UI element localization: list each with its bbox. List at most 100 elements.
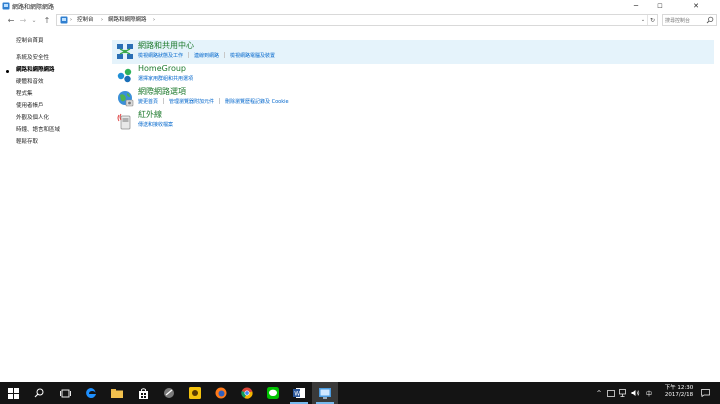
link-separator [163, 98, 165, 104]
store-icon [138, 387, 148, 399]
homegroup-icon [117, 68, 132, 83]
category-title[interactable]: 網路和共用中心 [138, 41, 194, 51]
current-item-bullet [6, 70, 9, 73]
sidebar-item-hardware-sound[interactable]: 硬體和音效 [16, 79, 44, 86]
breadcrumb-separator[interactable]: › [70, 16, 72, 25]
sidebar: 控制台首頁 系統及安全性 網路和網際網路 硬體和音效 程式集 使用者帳戶 外觀及… [0, 28, 104, 382]
window-title: 網路和網際網路 [12, 4, 55, 11]
breadcrumb-network-internet[interactable]: 網路和網際網路 [108, 16, 147, 25]
network-sharing-center-icon [117, 44, 133, 59]
title-bar: 網路和網際網路 ─ ☐ ✕ [0, 0, 720, 12]
edge-icon [86, 388, 96, 398]
address-dropdown-button[interactable]: ⌄ [639, 15, 647, 25]
refresh-button[interactable]: ↻ [647, 15, 657, 25]
sidebar-item-user-accounts[interactable]: 使用者帳戶 [16, 103, 44, 110]
link-send-receive-files[interactable]: 傳送和接收檔案 [138, 122, 173, 128]
category-title[interactable]: HomeGroup [138, 64, 186, 74]
clock-date: 2017/2/18 [664, 392, 694, 398]
control-panel-icon [2, 2, 10, 10]
category-links: 檢視網路狀態及工作 連線到網路 檢視網路電腦及裝置 [138, 52, 275, 60]
line-icon [267, 387, 279, 399]
back-button[interactable]: ← [6, 15, 16, 25]
taskbar-clock[interactable]: 下午 12:30 2017/2/18 [664, 385, 694, 399]
category-homegroup[interactable]: HomeGroup 選擇家用群組和共用選項 [112, 63, 714, 87]
link-change-homepage[interactable]: 變更首頁 [138, 99, 158, 105]
up-button[interactable]: ↑ [42, 15, 52, 25]
category-links: 選擇家用群組和共用選項 [138, 75, 193, 83]
start-button[interactable] [0, 382, 26, 404]
tray-sync-icon[interactable] [606, 382, 616, 404]
taskbar-word[interactable]: W [286, 382, 312, 404]
show-hidden-icons-button[interactable]: ^ [594, 382, 604, 404]
link-connect-to-network[interactable]: 連線到網路 [194, 53, 219, 59]
category-links: 傳送和接收檔案 [138, 121, 173, 129]
forward-button[interactable]: → [18, 15, 28, 25]
taskbar-search-button[interactable] [26, 382, 52, 404]
breadcrumb-control-panel[interactable]: 控制台 [77, 16, 94, 25]
svg-text:W: W [294, 391, 300, 398]
taskbar-control-panel[interactable] [312, 382, 338, 404]
taskbar-app2[interactable] [182, 382, 208, 404]
taskbar-edge[interactable] [78, 382, 104, 404]
breadcrumb-separator[interactable]: › [153, 16, 155, 25]
file-explorer-icon [111, 389, 123, 398]
category-infrared[interactable]: 紅外線 傳送和接收檔案 [112, 109, 714, 133]
taskbar-app[interactable] [156, 382, 182, 404]
task-view-button[interactable] [52, 382, 78, 404]
link-manage-addons[interactable]: 管理瀏覽器附加元件 [169, 99, 214, 105]
category-internet-options[interactable]: 網際網路選項 變更首頁 管理瀏覽器附加元件 刪除瀏覽歷程記錄及 Cookie [112, 86, 714, 110]
link-homegroup-options[interactable]: 選擇家用群組和共用選項 [138, 76, 193, 82]
tray-volume[interactable] [630, 382, 640, 404]
taskbar-firefox[interactable] [208, 382, 234, 404]
control-panel-icon [60, 16, 68, 24]
taskbar-chrome[interactable] [234, 382, 260, 404]
word-icon: W [293, 388, 305, 398]
address-toolbar: ← → ⌄ ↑ › 控制台 › 網路和網際網路 › ⌄ ↻ [0, 12, 720, 28]
task-view-icon [59, 389, 71, 397]
taskbar-file-explorer[interactable] [104, 382, 130, 404]
link-separator [219, 98, 221, 104]
address-bar[interactable]: › 控制台 › 網路和網際網路 › ⌄ ↻ [56, 14, 658, 26]
notification-icon [700, 389, 710, 397]
network-icon [618, 389, 626, 397]
recent-locations-button[interactable]: ⌄ [29, 15, 39, 25]
taskbar-store[interactable] [130, 382, 156, 404]
link-separator [224, 52, 226, 58]
category-title[interactable]: 網際網路選項 [138, 87, 186, 97]
ime-indicator[interactable]: 中 [643, 382, 655, 404]
link-view-network-status[interactable]: 檢視網路狀態及工作 [138, 53, 183, 59]
sidebar-item-programs[interactable]: 程式集 [16, 91, 33, 98]
clock-time: 下午 12:30 [664, 385, 694, 391]
start-icon [7, 387, 19, 399]
search-icon[interactable] [706, 16, 714, 24]
taskbar-line[interactable] [260, 382, 286, 404]
link-delete-history-cookies[interactable]: 刪除瀏覽歷程記錄及 Cookie [225, 99, 289, 105]
breadcrumb-separator[interactable]: › [101, 16, 103, 25]
infrared-icon [117, 113, 131, 130]
tray-network[interactable] [618, 382, 628, 404]
action-center-button[interactable] [698, 382, 712, 404]
sidebar-item-ease-of-access[interactable]: 輕鬆存取 [16, 139, 38, 146]
category-title[interactable]: 紅外線 [138, 110, 162, 120]
search-icon [34, 388, 44, 398]
control-panel-icon [319, 387, 331, 399]
sidebar-item-system-security[interactable]: 系統及安全性 [16, 55, 49, 62]
app-icon [164, 388, 174, 398]
search-box[interactable] [662, 14, 717, 26]
sidebar-item-network-internet: 網路和網際網路 [16, 67, 55, 73]
minimize-button[interactable]: ─ [624, 0, 648, 12]
close-button[interactable]: ✕ [672, 0, 720, 12]
category-network-sharing-center[interactable]: 網路和共用中心 檢視網路狀態及工作 連線到網路 檢視網路電腦及裝置 [112, 40, 714, 64]
firefox-icon [215, 387, 227, 399]
sidebar-item-clock-language-region[interactable]: 時鐘、語言和區域 [16, 127, 60, 134]
search-input[interactable] [665, 16, 707, 25]
sync-icon [607, 389, 615, 397]
sidebar-item-control-panel-home[interactable]: 控制台首頁 [16, 38, 44, 45]
maximize-button[interactable]: ☐ [648, 0, 672, 12]
taskbar: W ^ 中 下午 12:30 2017/2/18 [0, 382, 720, 404]
control-panel-window: 網路和網際網路 ─ ☐ ✕ ← → ⌄ ↑ › 控制台 › 網路和網際網路 › … [0, 0, 720, 382]
sidebar-item-appearance[interactable]: 外觀及個人化 [16, 115, 49, 122]
category-links: 變更首頁 管理瀏覽器附加元件 刪除瀏覽歷程記錄及 Cookie [138, 98, 289, 106]
volume-icon [631, 390, 639, 396]
link-view-network-computers[interactable]: 檢視網路電腦及裝置 [230, 53, 275, 59]
